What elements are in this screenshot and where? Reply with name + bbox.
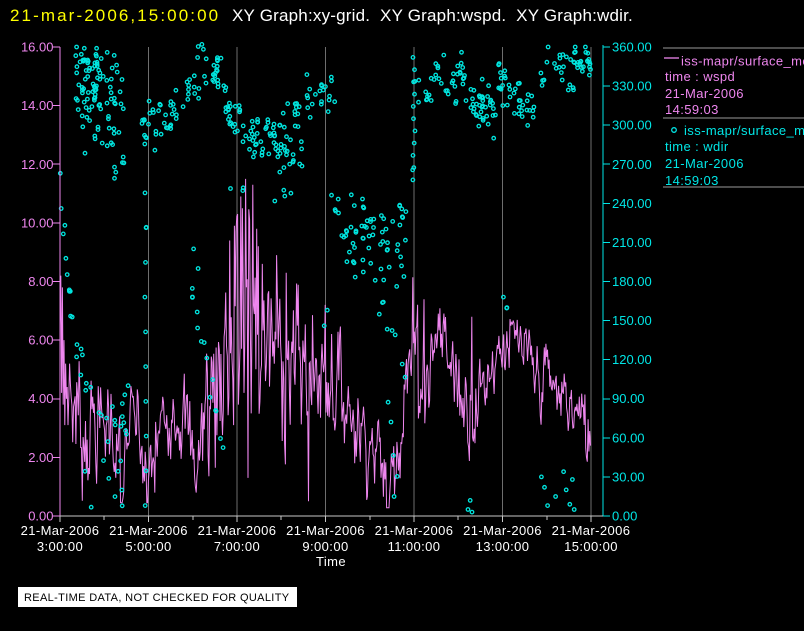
svg-text:21-Mar-2006: 21-Mar-2006: [109, 523, 188, 538]
svg-text:XY Graph:xy-grid. XY Graph:ws: XY Graph:xy-grid. XY Graph:wspd. XY Grap…: [232, 6, 633, 25]
svg-text:300.00: 300.00: [612, 118, 652, 133]
svg-text:5:00:00: 5:00:00: [125, 539, 171, 554]
svg-text:21-Mar-2006: 21-Mar-2006: [21, 523, 100, 538]
svg-text:21-Mar-2006: 21-Mar-2006: [552, 523, 631, 538]
svg-text:time : wdir: time : wdir: [665, 139, 729, 154]
svg-text:15:00:00: 15:00:00: [564, 539, 618, 554]
svg-text:iss-mapr/surface_me: iss-mapr/surface_me: [684, 123, 804, 138]
svg-text:12.00: 12.00: [21, 157, 54, 172]
svg-text:REAL-TIME DATA, NOT CHECKED FO: REAL-TIME DATA, NOT CHECKED FOR QUALITY: [24, 592, 290, 604]
svg-text:2.00: 2.00: [28, 450, 53, 465]
svg-text:60.00: 60.00: [612, 430, 645, 445]
svg-text:4.00: 4.00: [28, 391, 53, 406]
svg-text:240.00: 240.00: [612, 196, 652, 211]
svg-text:8.00: 8.00: [28, 274, 53, 289]
svg-text:21-Mar-2006: 21-Mar-2006: [286, 523, 365, 538]
svg-text:14:59:03: 14:59:03: [665, 102, 719, 117]
svg-text:11:00:00: 11:00:00: [388, 539, 441, 554]
svg-text:13:00:00: 13:00:00: [476, 539, 530, 554]
svg-text:21-Mar-2006: 21-Mar-2006: [665, 156, 744, 171]
svg-text:30.00: 30.00: [612, 469, 645, 484]
svg-text:10.00: 10.00: [21, 215, 54, 230]
svg-text:21-Mar-2006: 21-Mar-2006: [198, 523, 277, 538]
svg-text:21-Mar-2006: 21-Mar-2006: [463, 523, 542, 538]
svg-text:360.00: 360.00: [612, 40, 652, 55]
svg-text:120.00: 120.00: [612, 352, 652, 367]
svg-text:7:00:00: 7:00:00: [214, 539, 260, 554]
svg-text:21-mar-2006,15:00:00: 21-mar-2006,15:00:00: [10, 6, 220, 25]
svg-text:0.00: 0.00: [612, 509, 637, 524]
svg-text:9:00:00: 9:00:00: [302, 539, 348, 554]
svg-text:16.00: 16.00: [21, 40, 54, 55]
svg-text:210.00: 210.00: [612, 235, 652, 250]
svg-text:iss-mapr/surface_me: iss-mapr/surface_me: [681, 54, 804, 69]
svg-text:14:59:03: 14:59:03: [665, 173, 719, 188]
svg-text:Time: Time: [316, 554, 346, 569]
svg-text:14.00: 14.00: [21, 98, 54, 113]
svg-text:0.00: 0.00: [28, 509, 53, 524]
svg-text:6.00: 6.00: [28, 333, 53, 348]
svg-text:150.00: 150.00: [612, 313, 652, 328]
svg-text:90.00: 90.00: [612, 391, 645, 406]
svg-text:21-Mar-2006: 21-Mar-2006: [665, 86, 744, 101]
svg-text:180.00: 180.00: [612, 274, 652, 289]
svg-text:270.00: 270.00: [612, 157, 652, 172]
svg-text:3:00:00: 3:00:00: [37, 539, 83, 554]
svg-text:330.00: 330.00: [612, 79, 652, 94]
svg-text:time : wspd: time : wspd: [665, 69, 735, 84]
svg-text:21-Mar-2006: 21-Mar-2006: [375, 523, 454, 538]
